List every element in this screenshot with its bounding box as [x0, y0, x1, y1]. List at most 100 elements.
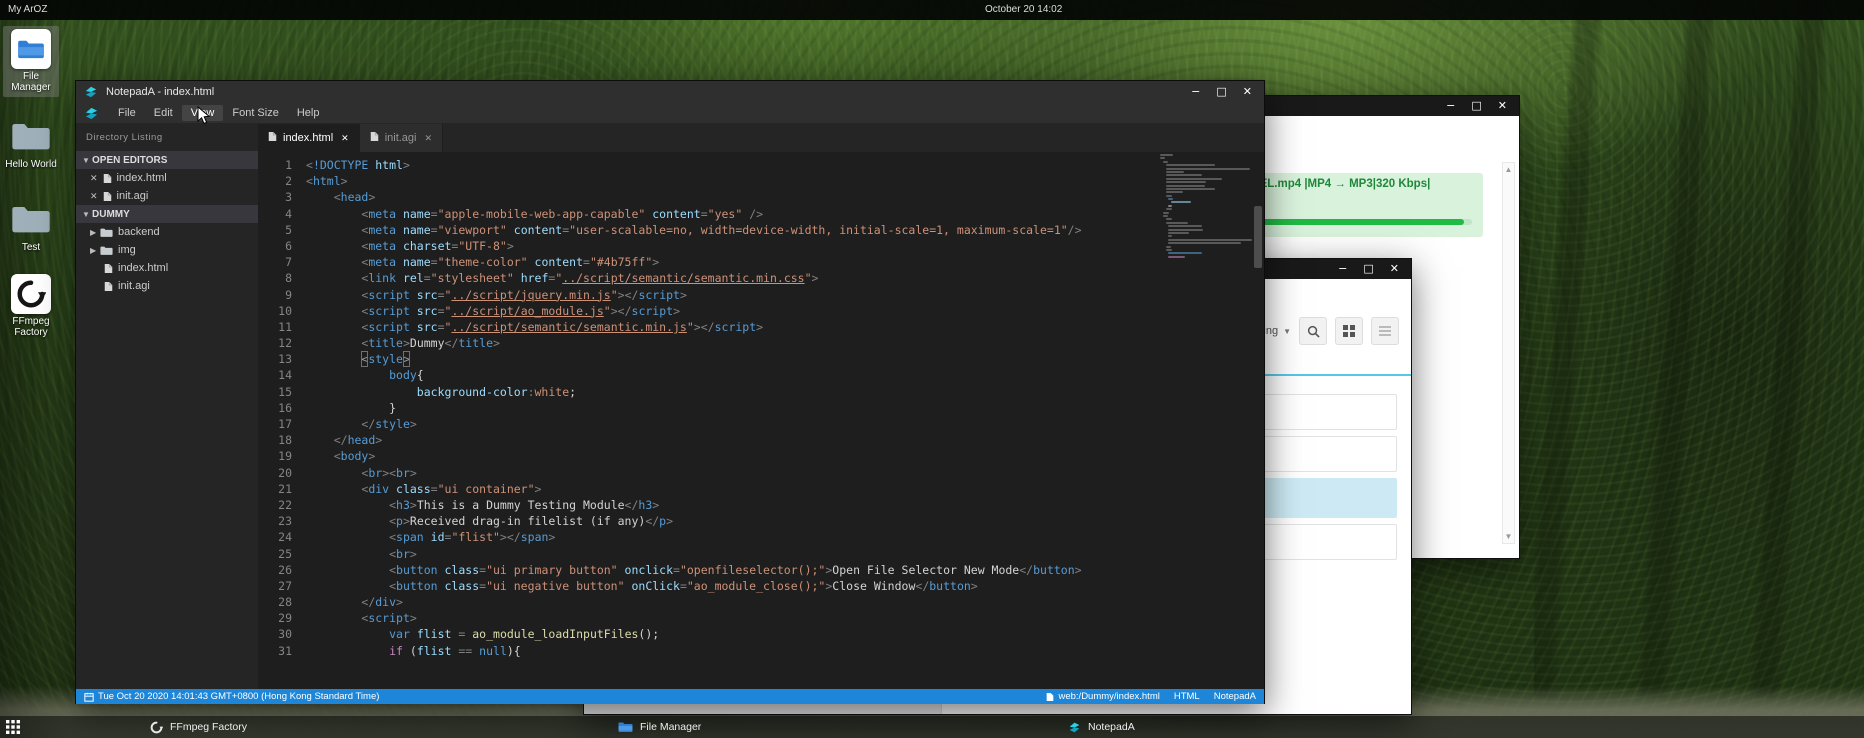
code-line-19: 19 <body> [258, 448, 1154, 464]
tree-item-label: index.html [117, 172, 167, 184]
code-line-27: 27 <button class="ui negative button" on… [258, 578, 1154, 594]
search-icon [1307, 325, 1320, 338]
scroll-up-icon[interactable]: ▲ [1503, 165, 1514, 174]
close-icon[interactable]: ✕ [90, 173, 98, 184]
close-icon[interactable]: ✕ [1498, 96, 1507, 116]
ffmpeg-scrollbar[interactable]: ▲ ▼ [1502, 162, 1515, 544]
chevron-right-icon: ▶ [90, 228, 100, 237]
tree-item-index-html[interactable]: ✕ index.html [76, 169, 258, 187]
sidebar-header: Directory Listing [76, 124, 258, 151]
line-number: 3 [258, 189, 292, 205]
code-line-26: 26 <button class="ui primary button" onc… [258, 562, 1154, 578]
status-datetime: Tue Oct 20 2020 14:01:43 GMT+0800 (Hong … [98, 691, 379, 702]
line-number: 31 [258, 643, 292, 659]
scroll-down-icon[interactable]: ▼ [1503, 532, 1514, 541]
tree-section-open-editors[interactable]: ▼OPEN EDITORS [76, 151, 258, 169]
code-editor[interactable]: 1<!DOCTYPE html>2<html>3 <head>4 <meta n… [258, 152, 1264, 689]
editor-tab-index-html[interactable]: index.html ✕ [258, 124, 360, 152]
tree-item-backend[interactable]: ▶backend [76, 223, 258, 241]
desktop-root: My ArOZ October 20 14:02 File ManagerHel… [0, 0, 1864, 738]
tree-item-index-html[interactable]: index.html [76, 259, 258, 277]
close-icon[interactable]: ✕ [90, 191, 98, 202]
editor-minimap[interactable] [1160, 154, 1248, 259]
tree-item-img[interactable]: ▶img [76, 241, 258, 259]
tree-section-dummy[interactable]: ▼DUMMY [76, 205, 258, 223]
editor-tab-init-agi[interactable]: init.agi✕ [360, 124, 443, 152]
code-line-20: 20 <br><br> [258, 465, 1154, 481]
minimize-icon[interactable]: − [1191, 82, 1200, 102]
taskbar-item-label: FFmpeg Factory [170, 721, 247, 733]
line-number: 19 [258, 448, 292, 464]
list-view-icon [1379, 325, 1391, 337]
code-line-17: 17 </style> [258, 416, 1154, 432]
taskbar-item-file-manager[interactable]: File Manager [618, 716, 701, 738]
search-button[interactable] [1299, 317, 1327, 345]
tree-item-label: init.agi [118, 280, 150, 292]
taskbar-item-notepada[interactable]: NotepadA [1068, 716, 1135, 738]
aroz-menu[interactable]: My ArOZ [8, 0, 47, 20]
minimize-icon[interactable]: − [1446, 96, 1455, 116]
desktop-icon-file-manager[interactable]: File Manager [3, 26, 59, 97]
tree-item-label: index.html [118, 262, 168, 274]
menu-help[interactable]: Help [288, 105, 329, 121]
code-line-4: 4 <meta name="apple-mobile-web-app-capab… [258, 206, 1154, 222]
line-number: 1 [258, 157, 292, 173]
desktop-icon-ffmpeg-factory[interactable]: FFmpeg Factory [3, 274, 59, 338]
app-launcher-button[interactable] [6, 720, 20, 734]
close-icon[interactable]: ✕ [1390, 259, 1399, 279]
status-filepath[interactable]: web:/Dummy/index.html [1058, 691, 1159, 702]
scrollbar-thumb[interactable] [1254, 206, 1262, 268]
line-number: 9 [258, 287, 292, 303]
folder-icon [100, 227, 113, 238]
minimize-icon[interactable]: − [1338, 259, 1347, 279]
taskbar-item-label: NotepadA [1088, 721, 1135, 733]
line-number: 23 [258, 513, 292, 529]
line-number: 6 [258, 238, 292, 254]
menu-file[interactable]: File [109, 105, 145, 121]
close-icon[interactable]: ✕ [341, 133, 349, 144]
status-language[interactable]: HTML [1174, 691, 1200, 702]
tree-item-init-agi[interactable]: init.agi [76, 277, 258, 295]
code-line-16: 16 } [258, 400, 1154, 416]
line-number: 28 [258, 594, 292, 610]
tree-section-label: OPEN EDITORS [92, 155, 167, 166]
desktop-icon-hello-world[interactable]: Hello World [3, 120, 59, 170]
line-number: 25 [258, 546, 292, 562]
line-number: 20 [258, 465, 292, 481]
menu-edit[interactable]: Edit [145, 105, 182, 121]
desktop-icon-label: FFmpeg Factory [3, 316, 59, 338]
code-line-29: 29 <script> [258, 610, 1154, 626]
close-icon[interactable]: ✕ [424, 133, 432, 144]
line-number: 29 [258, 610, 292, 626]
maximize-icon[interactable]: □ [1363, 259, 1373, 279]
line-number: 13 [258, 351, 292, 367]
line-number: 5 [258, 222, 292, 238]
code-line-10: 10 <script src="../script/ao_module.js">… [258, 303, 1154, 319]
editor-scrollbar[interactable] [1252, 152, 1264, 689]
menu-view[interactable]: View [182, 105, 224, 121]
notepada-titlebar[interactable]: NotepadA - index.html − □ ✕ [76, 81, 1264, 103]
line-number: 14 [258, 367, 292, 383]
notepada-logo-icon [84, 85, 98, 99]
code-line-8: 8 <link rel="stylesheet" href="../script… [258, 270, 1154, 286]
desktop-icon-label: Test [3, 242, 59, 253]
close-icon[interactable]: ✕ [1243, 82, 1252, 102]
maximize-icon[interactable]: □ [1216, 82, 1226, 102]
code-line-5: 5 <meta name="viewport" content="user-sc… [258, 222, 1154, 238]
line-number: 26 [258, 562, 292, 578]
line-number: 11 [258, 319, 292, 335]
tab-label: index.html [283, 132, 333, 144]
code-line-24: 24 <span id="flist"></span> [258, 529, 1154, 545]
tree-item-label: img [118, 244, 136, 256]
code-line-3: 3 <head> [258, 189, 1154, 205]
list-view-button[interactable] [1371, 317, 1399, 345]
taskbar-item-ffmpeg-factory[interactable]: FFmpeg Factory [150, 716, 247, 738]
grid-view-icon [1343, 325, 1355, 337]
notepada-logo-icon [84, 106, 99, 121]
desktop-icon-test[interactable]: Test [3, 203, 59, 253]
maximize-icon[interactable]: □ [1471, 96, 1481, 116]
menu-font-size[interactable]: Font Size [223, 105, 287, 121]
grid-view-button[interactable] [1335, 317, 1363, 345]
tree-item-init-agi[interactable]: ✕init.agi [76, 187, 258, 205]
file-icon [104, 281, 113, 292]
